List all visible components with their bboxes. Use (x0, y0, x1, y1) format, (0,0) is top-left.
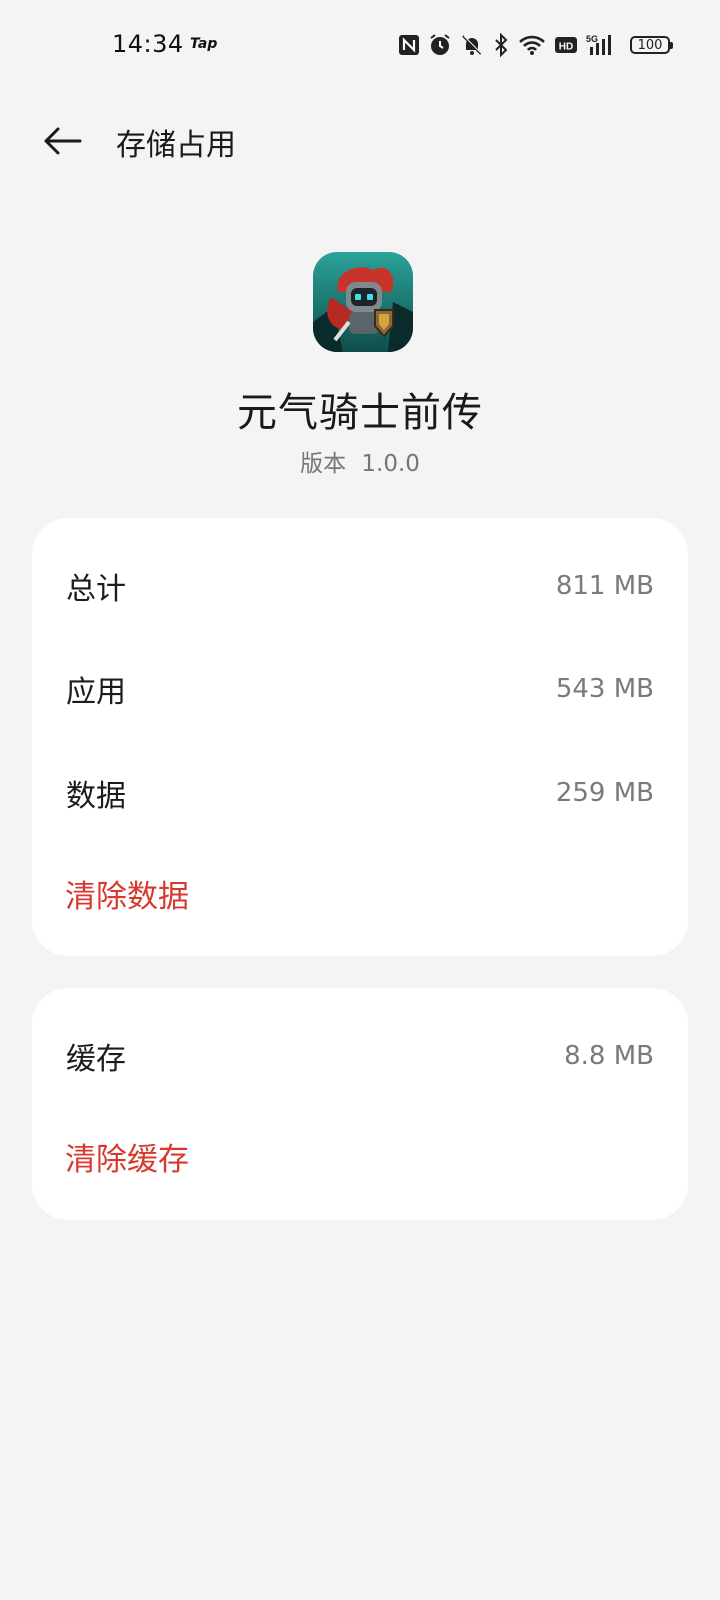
back-arrow-icon (44, 127, 82, 155)
app-icon (313, 252, 413, 352)
wifi-icon (518, 31, 546, 59)
tap-notification-icon: Tap (190, 36, 218, 52)
page-title: 存储占用 (116, 128, 236, 163)
cache-row: 缓存 8.8 MB (66, 1026, 654, 1086)
clear-cache-button[interactable]: 清除缓存 (65, 1134, 189, 1179)
header: 存储占用 (0, 100, 720, 180)
back-button[interactable] (38, 118, 86, 164)
hd-icon: HD (554, 31, 578, 59)
app-name: 元气骑士前传 (237, 390, 483, 436)
battery-icon: 100 (630, 36, 673, 54)
nfc-icon (398, 31, 420, 59)
alarm-icon (428, 31, 452, 59)
row-label: 应用 (66, 675, 126, 710)
svg-text:HD: HD (559, 42, 573, 53)
storage-card: 总计 811 MB 应用 543 MB 数据 259 MB 清除数据 (32, 518, 688, 956)
version-label: 版本 (300, 451, 347, 477)
svg-text:5G: 5G (586, 34, 598, 44)
status-time: 14:34 (112, 30, 184, 58)
row-label: 数据 (66, 779, 126, 814)
row-value: 259 MB (555, 778, 654, 808)
row-label: 总计 (66, 572, 126, 607)
row-label: 缓存 (66, 1042, 126, 1077)
status-bar: 14:34 Tap HD 5G 100 (0, 0, 720, 90)
row-value: 811 MB (555, 571, 654, 601)
bell-muted-icon (460, 31, 484, 59)
storage-row-app: 应用 543 MB (66, 659, 654, 719)
cache-card: 缓存 8.8 MB 清除缓存 (32, 988, 688, 1220)
storage-row-total: 总计 811 MB (66, 556, 654, 616)
row-value: 8.8 MB (564, 1041, 654, 1071)
app-version: 版本 1.0.0 (0, 444, 720, 478)
bluetooth-icon (492, 31, 510, 59)
status-icons: HD 5G 100 (398, 30, 673, 60)
version-value: 1.0.0 (361, 451, 420, 477)
row-value: 543 MB (555, 674, 654, 704)
storage-row-data: 数据 259 MB (66, 763, 654, 823)
clear-data-button[interactable]: 清除数据 (65, 871, 189, 916)
signal-5g-icon: 5G (586, 31, 618, 59)
